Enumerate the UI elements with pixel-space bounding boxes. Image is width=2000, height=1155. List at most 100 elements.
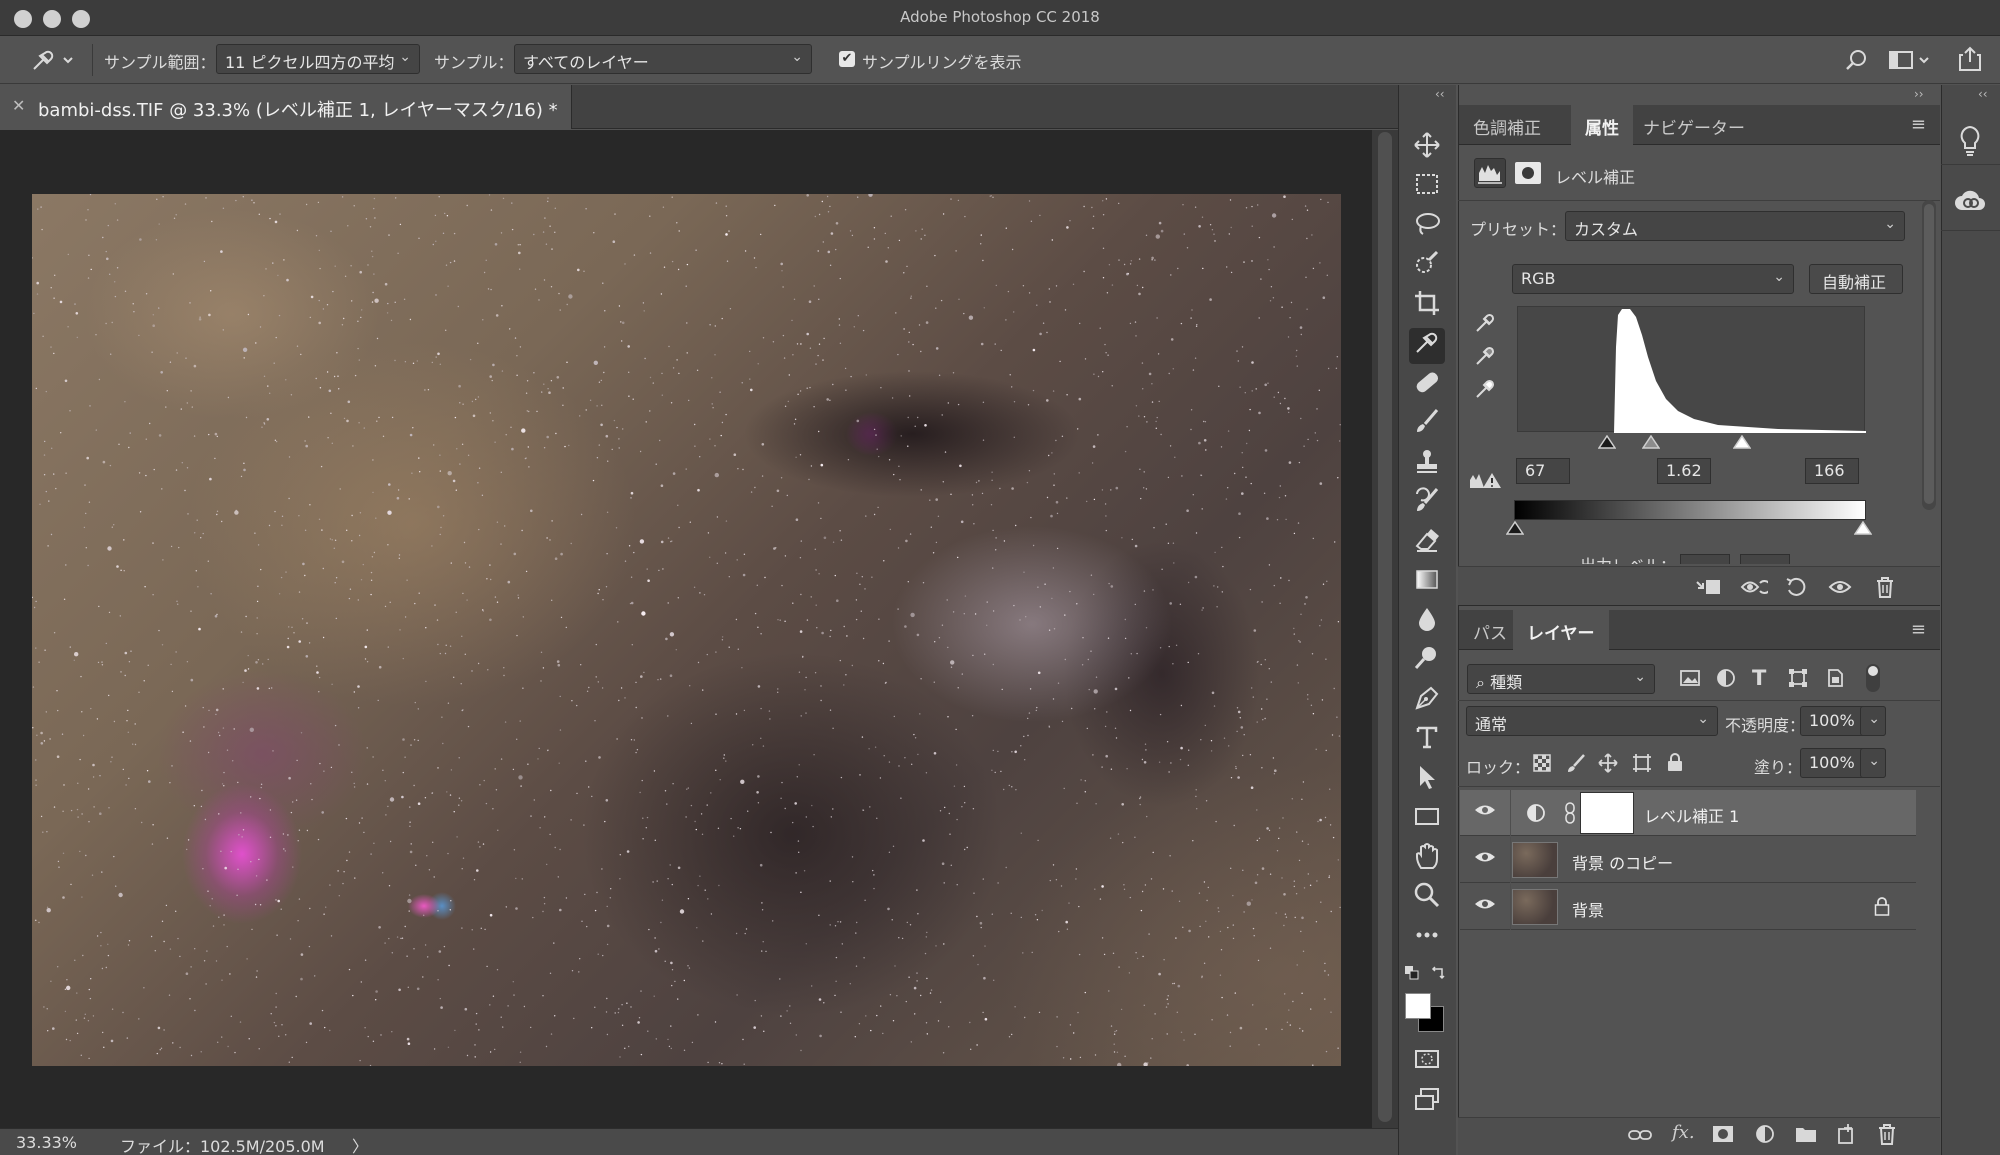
swap-colors-icon[interactable]	[1430, 964, 1446, 985]
collapse-icon[interactable]: ‹‹	[1435, 87, 1445, 101]
properties-scrollbar[interactable]	[1922, 200, 1936, 510]
delete-layer-trash-icon[interactable]	[1876, 1122, 1898, 1151]
share-icon[interactable]	[1957, 45, 1983, 78]
input-black-field[interactable]: 67	[1516, 458, 1570, 484]
libraries-cloud-icon[interactable]	[1953, 186, 1987, 219]
visibility-eye-icon[interactable]	[1474, 801, 1496, 824]
input-gamma-field[interactable]: 1.62	[1657, 458, 1711, 484]
more-tools-icon[interactable]	[1409, 921, 1445, 957]
link-chain-icon[interactable]	[1564, 801, 1576, 830]
panel-menu-icon[interactable]: ≡	[1911, 114, 1926, 135]
healing-tool-icon[interactable]	[1409, 368, 1445, 404]
opacity-slider-toggle[interactable]: ⌄	[1860, 706, 1886, 736]
white-point-eyedropper-icon[interactable]	[1474, 376, 1498, 405]
black-input-slider[interactable]	[1597, 434, 1617, 454]
new-layer-icon[interactable]	[1836, 1123, 1856, 1150]
layer-name[interactable]: 背景 のコピー	[1572, 850, 1673, 874]
tab-properties[interactable]: 属性	[1571, 105, 1633, 145]
eyedropper-tool-icon[interactable]	[1409, 328, 1445, 364]
tab-navigator[interactable]: ナビゲーター	[1629, 105, 1759, 145]
lock-transparent-icon[interactable]	[1532, 753, 1552, 778]
history-brush-tool-icon[interactable]	[1409, 486, 1445, 522]
collapse-icon[interactable]: ‹‹	[1978, 87, 1988, 101]
output-black-slider[interactable]	[1505, 520, 1525, 540]
output-white-slider[interactable]	[1853, 520, 1873, 540]
link-layers-icon[interactable]	[1628, 1124, 1652, 1151]
search-icon[interactable]	[1845, 48, 1869, 77]
levels-adjustment-icon[interactable]	[1474, 158, 1506, 188]
status-menu-arrow[interactable]: 〉	[352, 1133, 368, 1155]
collapse-icon[interactable]: ››	[1914, 87, 1924, 101]
gamma-input-slider[interactable]	[1641, 434, 1661, 454]
input-white-field[interactable]: 166	[1805, 458, 1859, 484]
filter-adjustment-icon[interactable]	[1716, 668, 1736, 693]
filter-smart-object-icon[interactable]	[1825, 668, 1845, 693]
brush-tool-icon[interactable]	[1409, 407, 1445, 443]
pen-tool-icon[interactable]	[1409, 684, 1445, 720]
filter-type-icon[interactable]: T	[1752, 666, 1766, 690]
layer-style-fx-icon[interactable]: fx.	[1672, 1122, 1695, 1143]
new-adjustment-icon[interactable]	[1755, 1124, 1775, 1149]
fill-slider-toggle[interactable]: ⌄	[1860, 748, 1886, 778]
sample-size-dropdown[interactable]: 11 ピクセル四方の平均 ⌄	[216, 44, 420, 74]
gradient-tool-icon[interactable]	[1409, 565, 1445, 601]
layer-filter-dropdown[interactable]: ⌕ 種類 ⌄	[1467, 664, 1655, 694]
quick-mask-icon[interactable]	[1409, 1045, 1445, 1081]
workspace-icon[interactable]	[1888, 48, 1936, 77]
hand-tool-icon[interactable]	[1409, 842, 1445, 878]
tool-preset-picker[interactable]	[30, 47, 76, 78]
sample-layers-dropdown[interactable]: すべてのレイヤー ⌄	[514, 44, 812, 74]
canvas-vertical-scrollbar[interactable]	[1372, 130, 1398, 1128]
screen-mode-icon[interactable]	[1409, 1085, 1445, 1121]
layer-name[interactable]: 背景	[1572, 897, 1604, 921]
document-tab[interactable]: ✕ bambi-dss.TIF @ 33.3% (レベル補正 1, レイヤーマス…	[0, 85, 572, 129]
dodge-tool-icon[interactable]	[1409, 644, 1445, 680]
zoom-level[interactable]: 33.33%	[16, 1133, 77, 1152]
tab-adjustments[interactable]: 色調補正	[1459, 105, 1555, 145]
layer-thumbnail[interactable]	[1512, 842, 1558, 878]
mask-icon[interactable]	[1515, 162, 1541, 184]
type-tool-icon[interactable]	[1409, 723, 1445, 759]
eraser-tool-icon[interactable]	[1409, 526, 1445, 562]
scroll-thumb[interactable]	[1924, 204, 1934, 504]
foreground-color-swatch[interactable]	[1405, 993, 1431, 1019]
white-input-slider[interactable]	[1732, 434, 1752, 454]
show-ring-checkbox[interactable]: ✔	[839, 51, 855, 67]
view-previous-state-icon[interactable]	[1740, 576, 1772, 603]
visibility-eye-icon[interactable]	[1474, 848, 1496, 871]
layer-row[interactable]: 背景	[1460, 884, 1916, 930]
lock-pixels-icon[interactable]	[1566, 753, 1586, 778]
preset-dropdown[interactable]: カスタム ⌄	[1565, 211, 1905, 241]
lock-all-icon[interactable]	[1666, 752, 1684, 777]
scroll-thumb[interactable]	[1378, 132, 1392, 1122]
clipping-warning-icon[interactable]	[1468, 470, 1502, 495]
zoom-tool-icon[interactable]	[1409, 881, 1445, 917]
layer-row[interactable]: レベル補正 1	[1460, 790, 1916, 836]
black-point-eyedropper-icon[interactable]	[1474, 310, 1498, 339]
output-white-field[interactable]	[1740, 554, 1790, 564]
layer-thumbnail[interactable]	[1512, 889, 1558, 925]
reset-icon[interactable]	[1785, 576, 1809, 603]
layer-row[interactable]: 背景 のコピー	[1460, 837, 1916, 883]
auto-button[interactable]: 自動補正	[1809, 264, 1903, 294]
stamp-tool-icon[interactable]	[1409, 447, 1445, 483]
lock-artboard-icon[interactable]	[1632, 753, 1652, 778]
layer-name[interactable]: レベル補正 1	[1644, 803, 1739, 827]
visibility-eye-icon[interactable]	[1474, 895, 1496, 918]
document-image[interactable]	[32, 194, 1341, 1066]
new-group-folder-icon[interactable]	[1795, 1124, 1817, 1149]
blend-mode-dropdown[interactable]: 通常 ⌄	[1466, 706, 1718, 736]
default-colors-icon[interactable]	[1404, 965, 1420, 984]
trash-icon[interactable]	[1874, 575, 1896, 604]
learn-lightbulb-icon[interactable]	[1956, 124, 1984, 163]
tab-paths[interactable]: パス	[1459, 610, 1521, 650]
quick-select-tool-icon[interactable]	[1409, 249, 1445, 285]
tab-layers[interactable]: レイヤー	[1513, 610, 1609, 650]
add-mask-icon[interactable]	[1712, 1124, 1734, 1149]
panel-menu-icon[interactable]: ≡	[1911, 619, 1926, 640]
blur-tool-icon[interactable]	[1409, 605, 1445, 641]
path-select-tool-icon[interactable]	[1409, 763, 1445, 799]
filter-pixel-icon[interactable]	[1679, 668, 1701, 693]
output-black-field[interactable]	[1680, 554, 1730, 564]
lock-position-icon[interactable]	[1598, 753, 1618, 778]
